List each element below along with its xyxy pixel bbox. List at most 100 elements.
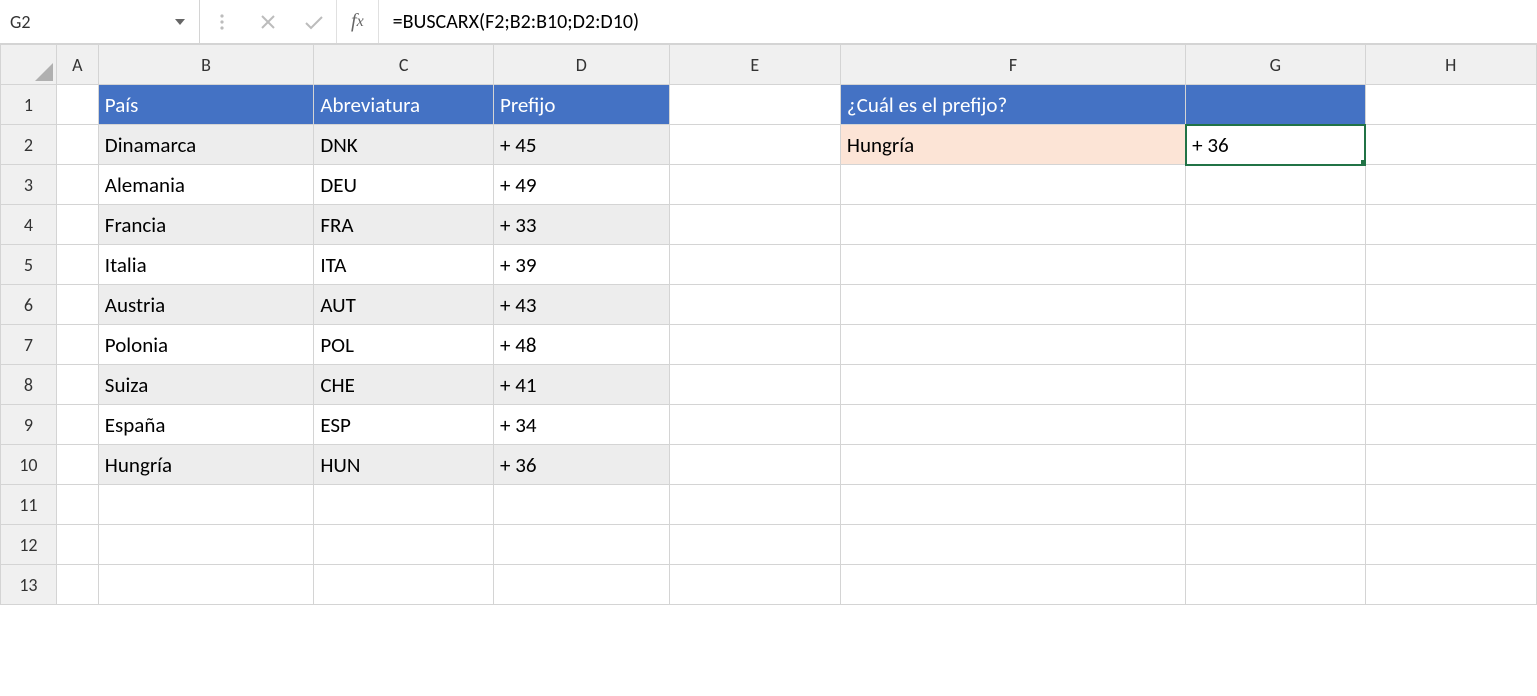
col-header[interactable]: H <box>1365 45 1536 85</box>
spreadsheet-grid[interactable]: A B C D E F G H 1 País Abreviatura Prefi… <box>0 44 1537 605</box>
cell[interactable] <box>669 245 840 285</box>
cell[interactable] <box>1365 565 1536 605</box>
cell[interactable]: DEU <box>314 165 494 205</box>
cell[interactable] <box>669 85 840 125</box>
cell[interactable] <box>56 205 98 245</box>
cell[interactable] <box>56 85 98 125</box>
cell[interactable] <box>56 525 98 565</box>
cell[interactable] <box>56 325 98 365</box>
cell-selected[interactable]: + 36 <box>1186 125 1365 165</box>
cell[interactable] <box>1365 85 1536 125</box>
col-header[interactable]: G <box>1186 45 1365 85</box>
cell[interactable] <box>56 405 98 445</box>
cell[interactable] <box>1365 205 1536 245</box>
cell[interactable] <box>1365 245 1536 285</box>
cell[interactable]: + 45 <box>494 125 670 165</box>
cell[interactable] <box>1365 325 1536 365</box>
cell[interactable]: AUT <box>314 285 494 325</box>
cell[interactable]: + 41 <box>494 365 670 405</box>
row-header[interactable]: 2 <box>1 125 57 165</box>
cell[interactable] <box>1365 165 1536 205</box>
cell[interactable] <box>669 565 840 605</box>
row-header[interactable]: 12 <box>1 525 57 565</box>
cell[interactable]: Austria <box>98 285 314 325</box>
cell[interactable] <box>669 205 840 245</box>
cell[interactable] <box>840 285 1185 325</box>
col-header[interactable]: E <box>669 45 840 85</box>
cell[interactable] <box>669 165 840 205</box>
cell[interactable] <box>840 485 1185 525</box>
cell[interactable] <box>840 565 1185 605</box>
row-header[interactable]: 7 <box>1 325 57 365</box>
cell[interactable] <box>669 485 840 525</box>
cell[interactable] <box>669 525 840 565</box>
col-header[interactable]: A <box>56 45 98 85</box>
chevron-down-icon[interactable] <box>175 19 185 25</box>
cell[interactable] <box>1186 485 1365 525</box>
cell[interactable]: País <box>98 85 314 125</box>
cell[interactable]: + 34 <box>494 405 670 445</box>
row-header[interactable]: 3 <box>1 165 57 205</box>
col-header[interactable]: D <box>494 45 670 85</box>
cell[interactable] <box>98 485 314 525</box>
cell[interactable]: ESP <box>314 405 494 445</box>
row-header[interactable]: 11 <box>1 485 57 525</box>
cell[interactable] <box>840 445 1185 485</box>
cell[interactable] <box>56 565 98 605</box>
cell[interactable]: Hungría <box>98 445 314 485</box>
cell[interactable] <box>1186 525 1365 565</box>
cell[interactable]: Alemania <box>98 165 314 205</box>
row-header[interactable]: 5 <box>1 245 57 285</box>
row-header[interactable]: 8 <box>1 365 57 405</box>
cell[interactable]: + 43 <box>494 285 670 325</box>
cell[interactable]: CHE <box>314 365 494 405</box>
cell[interactable]: HUN <box>314 445 494 485</box>
cell[interactable] <box>56 165 98 205</box>
cell[interactable] <box>1186 325 1365 365</box>
cell[interactable]: POL <box>314 325 494 365</box>
cell[interactable] <box>840 365 1185 405</box>
row-header[interactable]: 10 <box>1 445 57 485</box>
cell[interactable] <box>56 485 98 525</box>
cell[interactable] <box>1186 245 1365 285</box>
cell[interactable] <box>840 325 1185 365</box>
cell[interactable]: FRA <box>314 205 494 245</box>
cell[interactable] <box>840 245 1185 285</box>
cell[interactable] <box>1186 365 1365 405</box>
cell[interactable] <box>56 445 98 485</box>
cell[interactable]: Hungría <box>840 125 1185 165</box>
cell[interactable] <box>1365 285 1536 325</box>
col-header[interactable]: F <box>840 45 1185 85</box>
cell[interactable] <box>1186 405 1365 445</box>
cell[interactable] <box>1186 565 1365 605</box>
cell[interactable]: Polonia <box>98 325 314 365</box>
cell[interactable]: ¿Cuál es el prefijo? <box>840 85 1185 125</box>
cell[interactable] <box>669 285 840 325</box>
row-header[interactable]: 4 <box>1 205 57 245</box>
cell[interactable] <box>56 365 98 405</box>
cell[interactable] <box>98 565 314 605</box>
cell[interactable] <box>314 565 494 605</box>
row-header[interactable]: 6 <box>1 285 57 325</box>
cell[interactable] <box>840 525 1185 565</box>
cell[interactable] <box>669 325 840 365</box>
select-all-corner[interactable] <box>1 45 57 85</box>
cell[interactable] <box>840 205 1185 245</box>
cell[interactable] <box>314 525 494 565</box>
cell[interactable]: + 36 <box>494 445 670 485</box>
cell[interactable] <box>669 125 840 165</box>
cell[interactable] <box>1365 525 1536 565</box>
row-header[interactable]: 13 <box>1 565 57 605</box>
cell[interactable] <box>314 485 494 525</box>
cell[interactable] <box>56 125 98 165</box>
fx-icon[interactable]: fx <box>337 0 379 43</box>
cell[interactable] <box>1186 205 1365 245</box>
cell[interactable]: + 49 <box>494 165 670 205</box>
cell[interactable] <box>840 165 1185 205</box>
cell[interactable] <box>1186 445 1365 485</box>
formula-input[interactable]: =BUSCARX(F2;B2:B10;D2:D10) <box>379 0 1537 43</box>
cell[interactable] <box>1365 365 1536 405</box>
cell[interactable] <box>56 245 98 285</box>
cell[interactable] <box>1186 285 1365 325</box>
cell[interactable]: Abreviatura <box>314 85 494 125</box>
